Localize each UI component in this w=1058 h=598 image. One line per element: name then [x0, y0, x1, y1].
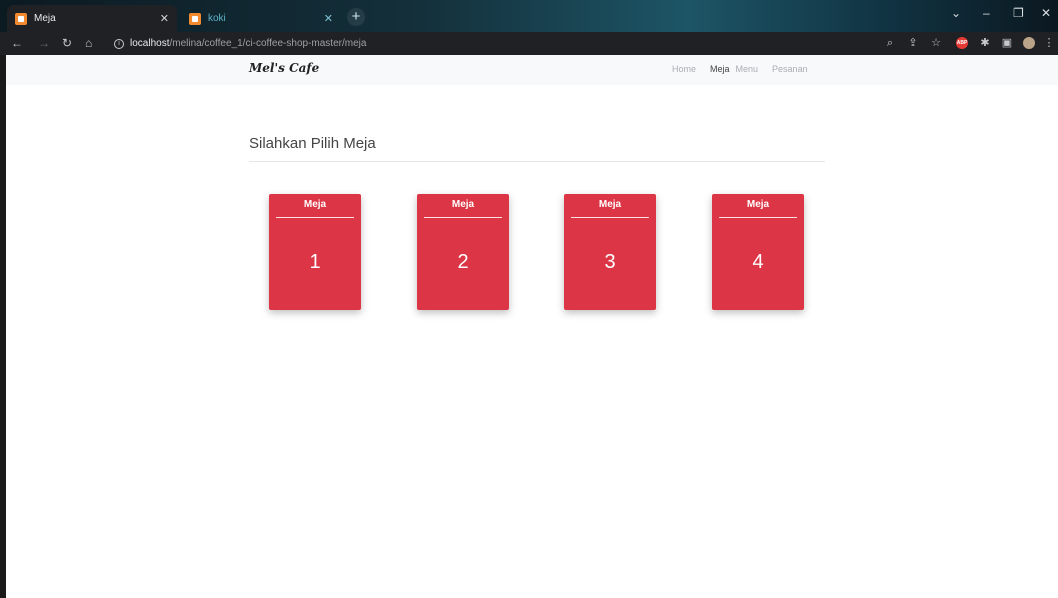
restore-icon[interactable]: ❐ — [1013, 6, 1024, 20]
bookmark-star-icon[interactable]: ☆ — [930, 37, 942, 49]
url-path: /melina/coffee_1/ci-coffee-shop-master/m… — [169, 38, 367, 49]
page-content: Mel's Cafe Home Meja Menu Pesanan Silahk… — [0, 55, 1058, 598]
nav-link-meja[interactable]: Meja — [710, 64, 730, 74]
close-icon[interactable]: ✕ — [324, 12, 333, 25]
address-bar[interactable]: i localhost /melina/coffee_1/ci-coffee-s… — [106, 34, 876, 53]
kebab-menu-icon[interactable]: ⋮ — [1043, 37, 1055, 49]
zoom-search-icon[interactable]: ⌕ — [884, 37, 896, 49]
nav-link-pesanan[interactable]: Pesanan — [772, 64, 808, 74]
back-icon[interactable]: ← — [11, 35, 23, 51]
card-divider — [276, 217, 354, 218]
card-number: 2 — [457, 251, 469, 273]
side-panel-icon[interactable]: ▣ — [1001, 37, 1013, 49]
table-card-4[interactable]: Meja 4 — [712, 194, 804, 310]
table-card-2[interactable]: Meja 2 — [417, 194, 509, 310]
card-divider — [719, 217, 797, 218]
forward-icon[interactable]: → — [38, 35, 50, 51]
tab-search-chevron-icon[interactable]: ⌄ — [951, 6, 961, 20]
url-host: localhost — [130, 38, 170, 49]
card-label: Meja — [303, 199, 327, 210]
card-divider — [424, 217, 502, 218]
card-label: Meja — [451, 199, 475, 210]
adblock-extension-icon[interactable]: ABP — [956, 37, 968, 49]
site-favicon-icon — [15, 12, 27, 25]
home-icon[interactable]: ⌂ — [85, 35, 92, 51]
nav-links: Home Meja Menu Pesanan — [672, 64, 822, 74]
minimize-icon[interactable]: – — [983, 6, 990, 20]
card-number: 1 — [309, 251, 321, 273]
browser-titlebar: Meja ✕ koki ✕ + ⌄ – ❐ ✕ — [0, 0, 1058, 32]
window-close-icon[interactable]: ✕ — [1041, 6, 1051, 20]
share-icon[interactable]: ⇪ — [907, 37, 919, 49]
tab-meja[interactable]: Meja ✕ — [7, 5, 177, 32]
tab-title: koki — [208, 13, 226, 24]
extensions-puzzle-icon[interactable]: ✱ — [979, 37, 991, 49]
site-navbar: Mel's Cafe Home Meja Menu Pesanan — [6, 55, 1058, 85]
page-title: Silahkan Pilih Meja — [249, 135, 376, 152]
brand-logo[interactable]: Mel's Cafe — [249, 61, 319, 75]
card-divider — [571, 217, 649, 218]
nav-link-home[interactable]: Home — [672, 64, 696, 74]
profile-avatar-icon[interactable] — [1023, 37, 1035, 49]
table-card-1[interactable]: Meja 1 — [269, 194, 361, 310]
nav-link-menu[interactable]: Menu — [736, 64, 759, 74]
card-number: 3 — [604, 251, 616, 273]
new-tab-button[interactable]: + — [347, 8, 365, 26]
tab-title: Meja — [34, 13, 56, 24]
card-number: 4 — [752, 251, 764, 273]
table-card-3[interactable]: Meja 3 — [564, 194, 656, 310]
browser-toolbar: ← → ↻ ⌂ i localhost /melina/coffee_1/ci-… — [0, 32, 1058, 55]
site-info-icon[interactable]: i — [114, 38, 124, 49]
heading-divider — [249, 161, 825, 162]
reload-icon[interactable]: ↻ — [62, 35, 72, 51]
tab-koki[interactable]: koki ✕ — [181, 5, 341, 32]
close-icon[interactable]: ✕ — [160, 12, 169, 25]
card-label: Meja — [598, 199, 622, 210]
card-label: Meja — [746, 199, 770, 210]
site-favicon-icon — [189, 12, 201, 25]
